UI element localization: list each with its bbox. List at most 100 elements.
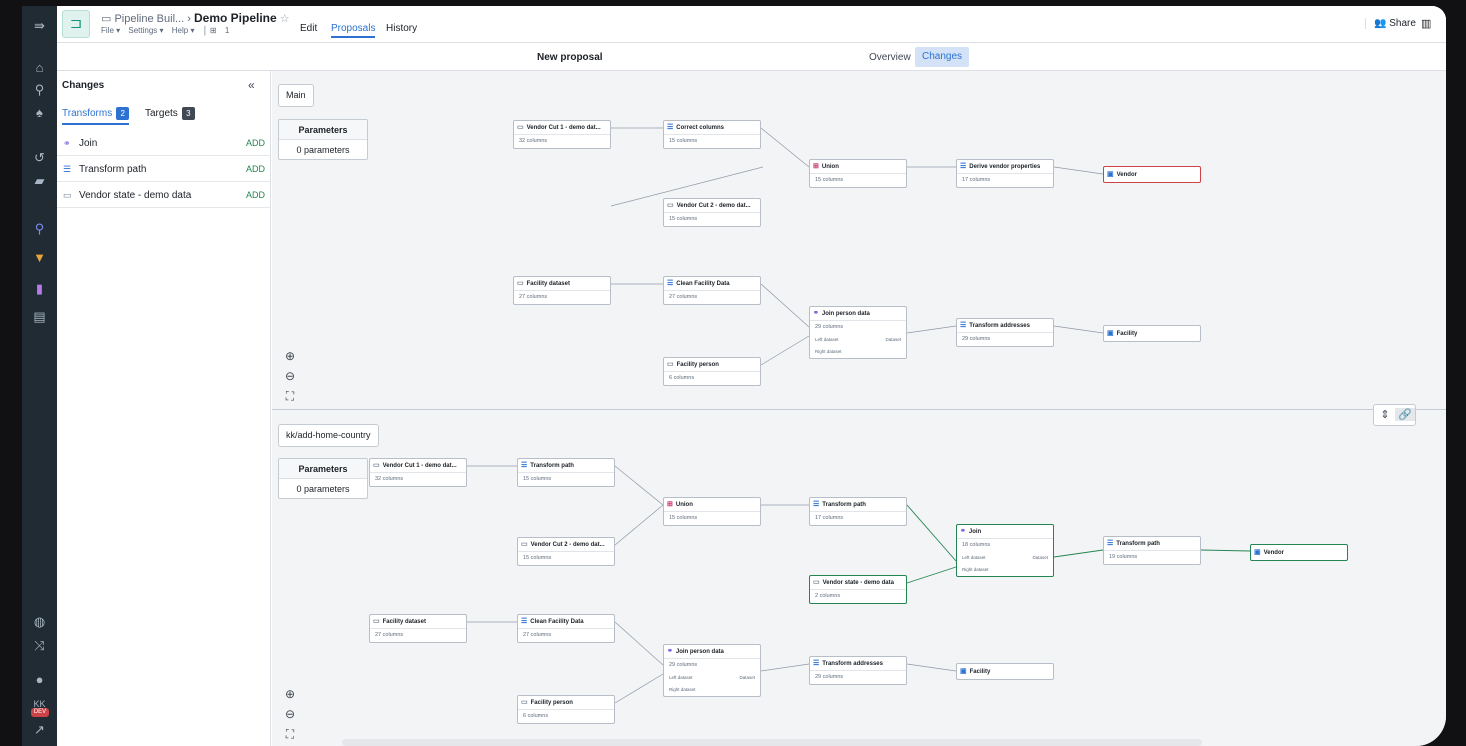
main-branch-label[interactable]: Main [278,84,314,107]
search-icon[interactable]: ⚲ [22,82,57,98]
change-item-transform-path[interactable]: ☰ Transform path ADD [57,157,271,182]
fit-view-icon[interactable]: ⛶ [282,389,298,404]
sync-scroll-icon[interactable]: ⇕ [1375,408,1395,421]
target-dataset-icon: ▣ [1254,549,1261,556]
node-join-person-data[interactable]: ⚭ Join person data 29 columns Left dataset D… [663,644,761,697]
node-transform-addresses[interactable]: ☰ Transform addresses 29 columns [809,656,907,685]
link-views-icon[interactable]: 🔗 [1395,408,1415,421]
change-item-label: Join [79,138,98,149]
node-vendor-cut-1[interactable]: ▭ Vendor Cut 1 - demo dat... 32 columns [513,120,611,149]
node-columns: 27 columns [375,632,404,638]
node-clean-facility-data[interactable]: ☰ Clean Facility Data 27 columns [517,614,615,643]
tab-proposals[interactable]: Proposals [331,23,376,38]
node-join-person-data[interactable]: ⚭ Join person data 29 columns Left dataset D… [809,306,907,359]
help-circle-icon[interactable]: ◍ [22,614,57,630]
settings-menu[interactable]: Settings ▾ [128,26,163,35]
star-icon[interactable]: ☆ [280,13,290,25]
union-icon: ⊞ [667,501,673,508]
node-columns: 15 columns [669,216,698,222]
node-transform-addresses[interactable]: ☰ Transform addresses 29 columns [956,318,1054,347]
zoom-out-icon[interactable]: ⊖ [282,369,298,383]
node-derive-vendor-properties[interactable]: ☰ Derive vendor properties 17 columns [956,159,1054,188]
filter-app-icon[interactable]: ▼ [22,250,57,266]
shuffle-icon[interactable]: ⤨ [22,638,57,654]
node-columns: 27 columns [669,294,698,300]
node-vendor-state-added[interactable]: ▭ Vendor state - demo data 2 columns [809,575,907,604]
join-icon: ⚭ [960,528,966,535]
node-title: Vendor [1116,172,1137,178]
node-facility-output[interactable]: ▣ Facility [1103,325,1201,342]
graph-canvas[interactable]: Main Parameters 0 parameters ▭ Vendor Cut… [272,71,1446,746]
collapse-panel-icon[interactable]: « [248,78,255,92]
chart-app-icon[interactable]: ▮ [22,281,57,297]
node-title: Vendor Cut 1 - demo dat... [382,463,457,469]
node-transform-path[interactable]: ☰ Transform path 15 columns [517,458,615,487]
overview-tab[interactable]: Overview [869,52,911,63]
node-columns: 32 columns [375,476,404,482]
notifications-icon[interactable]: ♠ [22,105,57,121]
transform-icon: ☰ [1107,540,1114,547]
node-title: Union [675,502,693,508]
dataset-icon: ▭ [517,280,524,287]
pipeline-search-icon[interactable]: ⚲ [22,221,57,237]
help-menu[interactable]: Help ▾ [172,26,195,35]
node-vendor-cut-2[interactable]: ▭ Vendor Cut 2 - demo dat... 15 columns [517,537,615,566]
transform-icon: ☰ [813,660,820,667]
transform-icon: ☰ [667,124,674,131]
right-input-label: Right dataset [669,687,696,692]
node-vendor-cut-2[interactable]: ▭ Vendor Cut 2 - demo dat... 15 columns [663,198,761,227]
expand-sidebar-icon[interactable]: ⇛ [22,18,57,34]
tab-targets[interactable]: Targets 3 [145,107,195,120]
change-item-join[interactable]: ⚭ Join ADD [57,131,271,156]
node-transform-path[interactable]: ☰ Transform path 17 columns [809,497,907,526]
node-facility-person[interactable]: ▭ Facility person 6 columns [517,695,615,724]
node-facility-dataset[interactable]: ▭ Facility dataset 27 columns [513,276,611,305]
env-badge: DEV [31,708,49,717]
share-button[interactable]: 👥 Share [1365,18,1416,29]
node-facility-dataset[interactable]: ▭ Facility dataset 27 columns [369,614,467,643]
change-item-vendor-state[interactable]: ▭ Vendor state - demo data ADD [57,183,271,208]
node-correct-columns[interactable]: ☰ Correct columns 15 columns [663,120,761,149]
files-icon[interactable]: ▰ [22,173,57,189]
folder-icon[interactable]: ▤ [22,309,57,325]
node-vendor-output[interactable]: ▣ Vendor [1250,544,1348,561]
node-title: Transform path [822,502,866,508]
node-facility-output[interactable]: ▣ Facility [956,663,1054,680]
dataset-icon: ▭ [373,462,380,469]
tab-edit[interactable]: Edit [300,23,317,34]
node-title: Vendor [1263,550,1284,556]
zoom-in-icon[interactable]: ⊕ [282,687,298,701]
node-transform-path[interactable]: ☰ Transform path 19 columns [1103,536,1201,565]
recent-icon[interactable]: ↺ [22,150,57,166]
node-facility-person[interactable]: ▭ Facility person 6 columns [663,357,761,386]
targets-count-badge: 3 [181,107,195,120]
node-title: Vendor Cut 2 - demo dat... [530,542,605,548]
zoom-out-icon[interactable]: ⊖ [282,707,298,721]
file-menu[interactable]: File ▾ [101,26,120,35]
branch-count[interactable]: 1 [225,26,229,35]
node-vendor-output[interactable]: ▣ Vendor [1103,166,1201,183]
dataset-icon: ▭ [813,579,820,586]
main-parameters-card[interactable]: Parameters 0 parameters [278,119,368,160]
zoom-in-icon[interactable]: ⊕ [282,349,298,363]
node-union[interactable]: ⊞ Union 15 columns [663,497,761,526]
top-bar: ⊐ ▭ Pipeline Buil... › Demo Pipeline ☆ F… [57,6,1446,43]
node-columns: 17 columns [815,515,844,521]
external-link-icon[interactable]: ↗ [22,722,57,738]
question-icon[interactable]: ● [22,672,57,688]
node-clean-facility-data[interactable]: ☰ Clean Facility Data 27 columns [663,276,761,305]
fit-view-icon[interactable]: ⛶ [282,727,298,742]
tab-history[interactable]: History [386,23,417,34]
branch-parameters-card[interactable]: Parameters 0 parameters [278,458,368,499]
home-icon[interactable]: ⌂ [22,60,57,76]
panel-layout-icon[interactable]: ▥ [1421,17,1431,30]
node-join-added[interactable]: ⚭ Join 18 columns Left dataset Dataset Right … [956,524,1054,577]
changes-tab[interactable]: Changes [915,47,970,67]
node-vendor-cut-1[interactable]: ▭ Vendor Cut 1 - demo dat... 32 columns [369,458,467,487]
tab-targets-label: Targets [145,108,178,119]
breadcrumb-parent[interactable]: Pipeline Buil... [114,13,184,25]
tab-transforms[interactable]: Transforms 2 [62,107,130,125]
node-union[interactable]: ⊞ Union 15 columns [809,159,907,188]
compare-branch-label[interactable]: kk/add-home-country [278,424,379,447]
pipeline-title: Demo Pipeline [193,11,277,25]
